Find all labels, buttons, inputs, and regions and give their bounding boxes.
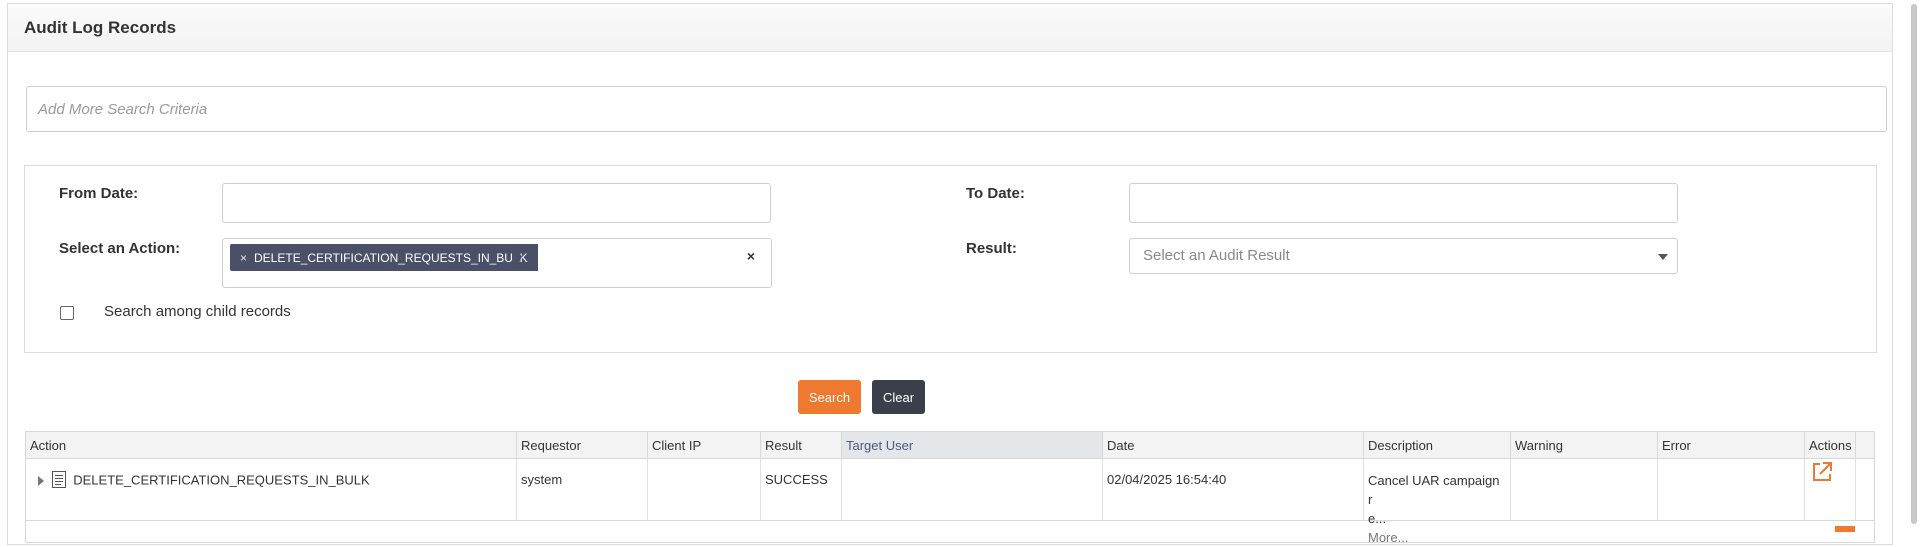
cell-warning bbox=[1511, 459, 1658, 520]
clear-button[interactable]: Clear bbox=[872, 380, 925, 414]
search-button[interactable]: Search bbox=[798, 380, 861, 414]
audit-table: Action Requestor Client IP Result Target… bbox=[25, 431, 1875, 545]
action-tag-label: DELETE_CERTIFICATION_REQUESTS_IN_BULK bbox=[254, 250, 528, 265]
table-header: Action Requestor Client IP Result Target… bbox=[26, 432, 1874, 459]
description-line2: e... bbox=[1368, 511, 1387, 526]
cell-target-user bbox=[842, 459, 1103, 520]
action-select[interactable]: × DELETE_CERTIFICATION_REQUESTS_IN_BULK … bbox=[222, 238, 772, 288]
chevron-down-icon[interactable] bbox=[1658, 254, 1668, 260]
col-actions: Actions bbox=[1805, 432, 1856, 458]
cell-actions bbox=[1805, 459, 1856, 520]
filter-panel: From Date: To Date: Select an Action: × … bbox=[24, 165, 1877, 353]
page-scrollbar[interactable] bbox=[1908, 0, 1920, 525]
remove-tag-icon[interactable]: × bbox=[240, 251, 247, 265]
table-row[interactable]: DELETE_CERTIFICATION_REQUESTS_IN_BULK sy… bbox=[26, 459, 1874, 545]
scrollbar-thumb[interactable] bbox=[1911, 4, 1917, 524]
col-target-user[interactable]: Target User bbox=[842, 432, 1103, 458]
col-error[interactable]: Error bbox=[1658, 432, 1805, 458]
open-external-icon[interactable] bbox=[1835, 526, 1855, 532]
to-date-field[interactable] bbox=[1129, 183, 1678, 223]
page-title: Audit Log Records bbox=[8, 4, 1892, 52]
cell-action: DELETE_CERTIFICATION_REQUESTS_IN_BULK bbox=[26, 459, 517, 520]
child-records-label: Search among child records bbox=[104, 303, 291, 320]
col-description[interactable]: Description bbox=[1364, 432, 1511, 458]
clear-selection-icon[interactable]: × bbox=[747, 248, 755, 264]
action-label: Select an Action: bbox=[59, 240, 181, 257]
col-action[interactable]: Action bbox=[26, 432, 517, 458]
cell-date: 02/04/2025 16:54:40 bbox=[1103, 459, 1364, 520]
col-result[interactable]: Result bbox=[761, 432, 842, 458]
cell-requestor: system bbox=[517, 459, 648, 520]
from-date-label: From Date: bbox=[59, 185, 139, 202]
more-link[interactable]: More... bbox=[1368, 528, 1506, 547]
child-records-checkbox[interactable] bbox=[60, 306, 74, 320]
cell-client-ip bbox=[648, 459, 761, 520]
to-date-label: To Date: bbox=[966, 185, 1025, 202]
tag-arrow bbox=[514, 244, 522, 270]
cell-error bbox=[1658, 459, 1805, 520]
col-client-ip[interactable]: Client IP bbox=[648, 432, 761, 458]
from-date-field[interactable] bbox=[222, 183, 771, 223]
result-select[interactable]: Select an Audit Result bbox=[1129, 238, 1678, 274]
cell-result: SUCCESS bbox=[761, 459, 842, 520]
open-external-icon[interactable] bbox=[1811, 461, 1833, 486]
document-icon bbox=[51, 471, 66, 491]
col-warning[interactable]: Warning bbox=[1511, 432, 1658, 458]
cell-description: Cancel UAR campaign r e... More... bbox=[1364, 459, 1511, 545]
col-date[interactable]: Date bbox=[1103, 432, 1364, 458]
action-value: DELETE_CERTIFICATION_REQUESTS_IN_BULK bbox=[73, 472, 370, 488]
action-tag[interactable]: × DELETE_CERTIFICATION_REQUESTS_IN_BULK bbox=[230, 244, 538, 271]
search-criteria-input[interactable]: Add More Search Criteria bbox=[26, 86, 1887, 132]
description-line1: Cancel UAR campaign r bbox=[1368, 473, 1500, 507]
expand-row-icon[interactable] bbox=[38, 476, 44, 486]
result-label: Result: bbox=[966, 240, 1017, 257]
col-requestor[interactable]: Requestor bbox=[517, 432, 648, 458]
result-placeholder: Select an Audit Result bbox=[1143, 247, 1290, 264]
